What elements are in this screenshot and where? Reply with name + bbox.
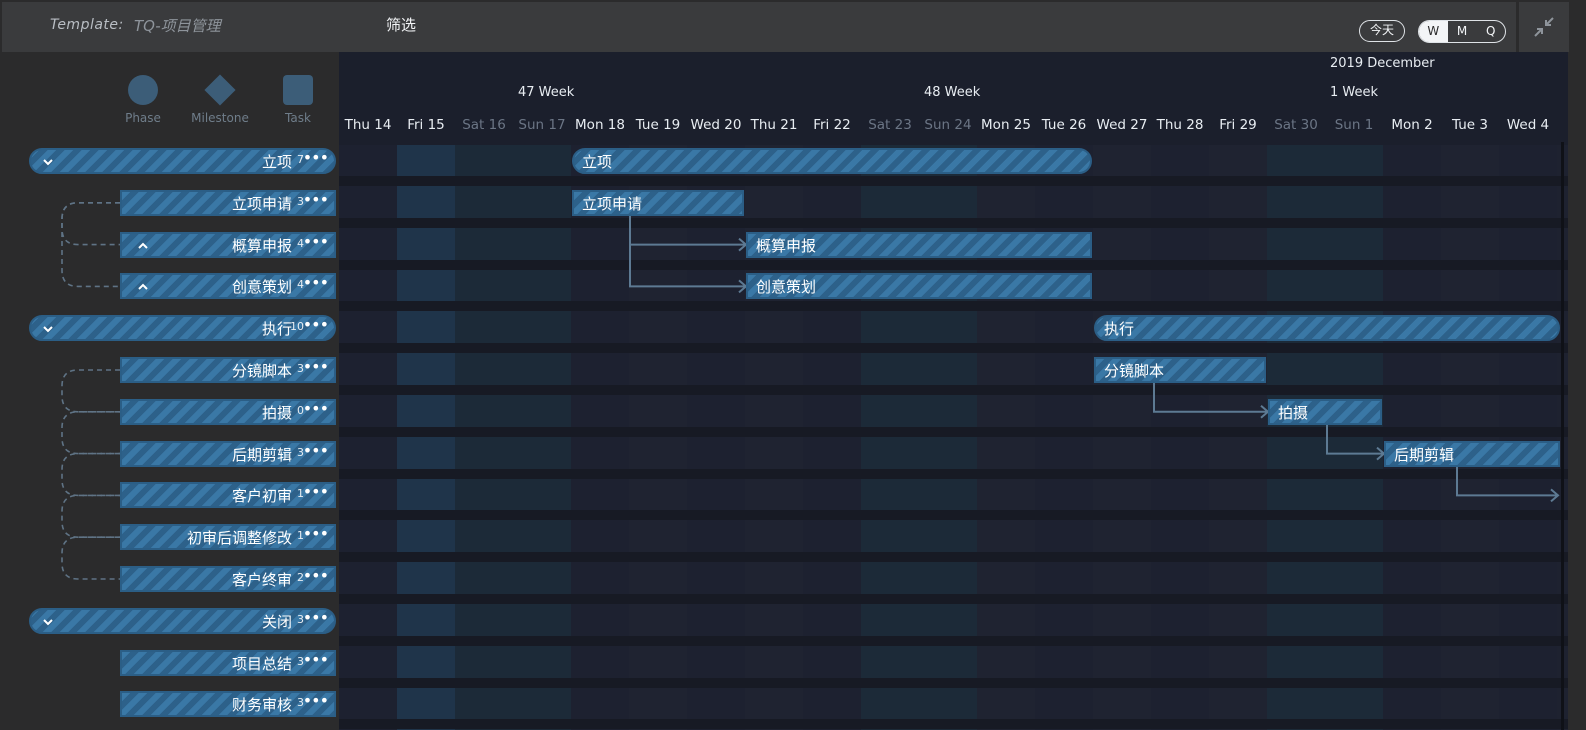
filter-button[interactable]: 筛选 <box>386 14 416 35</box>
tree-dependency-lines <box>61 202 120 580</box>
dependency-arrow <box>629 215 748 252</box>
tree-task-row[interactable]: 概算申报 4 ••• <box>120 231 336 258</box>
legend-task-label: Task <box>285 111 311 125</box>
phase-icon <box>128 75 158 105</box>
tree-task-row[interactable]: 后期剪辑 3 ••• <box>120 440 336 467</box>
chevron-up-icon[interactable] <box>136 279 150 298</box>
row-name: 客户初审 <box>231 487 292 506</box>
more-options-icon[interactable]: ••• <box>303 566 329 585</box>
tree-task-row[interactable]: 项目总结 3 ••• <box>120 649 336 676</box>
legend-milestone-label: Milestone <box>191 111 249 125</box>
milestone-icon <box>204 74 236 106</box>
more-options-icon[interactable]: ••• <box>303 273 329 292</box>
tree-link-line <box>61 202 120 246</box>
view-month-button[interactable]: M <box>1448 21 1477 42</box>
row-name: 项目总结 <box>231 654 292 673</box>
gantt-task-bar[interactable]: 拍摄 <box>1268 398 1382 425</box>
gantt-timeline: 47 Week 48 Week 2019 December 1 Week Thu… <box>339 52 1568 730</box>
tree-task-row[interactable]: 分镜脚本 3 ••• <box>120 357 336 383</box>
row-name: 立项申请 <box>231 194 292 213</box>
tree-task-row[interactable]: 拍摄 0 ••• <box>120 398 336 425</box>
legend-milestone: Milestone <box>186 74 254 125</box>
collapse-fullscreen-button[interactable] <box>1519 2 1569 52</box>
tree-task-row[interactable]: 立项申请 3 ••• <box>120 189 336 216</box>
more-options-icon[interactable]: ••• <box>303 232 329 251</box>
tree-task-row[interactable]: 客户初审 1 ••• <box>120 482 336 509</box>
more-options-icon[interactable]: ••• <box>303 190 329 209</box>
row-name: 后期剪辑 <box>231 445 292 464</box>
tree-link-line <box>61 536 120 580</box>
more-options-icon[interactable]: ••• <box>303 608 329 627</box>
more-options-icon[interactable]: ••• <box>303 482 329 501</box>
dependency-arrow <box>1456 466 1560 503</box>
task-icon <box>283 75 313 105</box>
dependency-arrow <box>1326 424 1386 461</box>
tree-task-row[interactable]: 客户终审 2 ••• <box>120 566 336 592</box>
tree-task-row[interactable]: 财务审核 3 ••• <box>120 691 336 718</box>
chevron-up-icon[interactable] <box>136 238 150 257</box>
row-name: 客户终审 <box>231 571 292 589</box>
more-options-icon[interactable]: ••• <box>303 691 329 710</box>
tree-link-line <box>61 494 120 538</box>
more-options-icon[interactable]: ••• <box>303 524 329 543</box>
more-options-icon[interactable]: ••• <box>303 357 329 376</box>
row-name: 初审后调整修改 <box>186 529 292 548</box>
view-quarter-button[interactable]: Q <box>1476 21 1505 42</box>
tree-task-row[interactable]: 初审后调整修改 1 ••• <box>120 524 336 551</box>
row-name: 立项 <box>261 153 292 171</box>
more-options-icon[interactable]: ••• <box>303 441 329 460</box>
gantt-task-bar[interactable]: 立项申请 <box>572 189 744 216</box>
bar-label: 分镜脚本 <box>1104 362 1165 380</box>
view-week-button[interactable]: W <box>1419 21 1448 42</box>
bar-label: 立项申请 <box>582 194 643 213</box>
gantt-phase-bar[interactable]: 立项 <box>572 148 1092 174</box>
today-button[interactable]: 今天 <box>1359 20 1405 42</box>
gantt-task-bar[interactable]: 分镜脚本 <box>1094 357 1266 383</box>
template-name[interactable]: TQ-项目管理 <box>134 15 221 36</box>
bar-label: 执行 <box>1104 320 1135 339</box>
more-options-icon[interactable]: ••• <box>303 148 329 167</box>
tree-link-line <box>61 369 120 413</box>
row-name: 财务审核 <box>231 696 292 715</box>
vertical-scrollbar[interactable] <box>1561 142 1564 730</box>
collapse-arrows-icon <box>1534 17 1554 37</box>
gantt-task-bar[interactable]: 后期剪辑 <box>1384 440 1560 467</box>
dependency-arrow <box>629 215 748 294</box>
gantt-task-bar[interactable]: 概算申报 <box>746 231 1092 258</box>
more-options-icon[interactable]: ••• <box>303 650 329 669</box>
bar-label: 后期剪辑 <box>1394 445 1455 464</box>
legend-task: Task <box>276 75 320 125</box>
tree-task-row[interactable]: 创意策划 4 ••• <box>120 273 336 300</box>
bar-label: 创意策划 <box>756 278 817 297</box>
row-name: 概算申报 <box>231 236 292 255</box>
bar-label: 拍摄 <box>1278 403 1309 422</box>
dependency-arrow <box>1153 383 1270 419</box>
bar-label: 立项 <box>582 153 613 171</box>
row-name: 执行 <box>261 320 292 339</box>
bar-label: 概算申报 <box>756 236 817 255</box>
gantt-task-bar[interactable]: 创意策划 <box>746 273 1092 300</box>
tree-link-line <box>61 452 120 497</box>
row-name: 创意策划 <box>231 278 292 297</box>
more-options-icon[interactable]: ••• <box>303 315 329 334</box>
view-mode-switch: W M Q <box>1418 20 1506 43</box>
row-name: 关闭 <box>261 612 292 631</box>
top-toolbar: Template: TQ-项目管理 筛选 今天 W M Q <box>2 2 1516 52</box>
tree-link-line <box>61 411 120 455</box>
more-options-icon[interactable]: ••• <box>303 399 329 418</box>
gantt-phase-bar[interactable]: 执行 <box>1094 315 1560 342</box>
row-name: 分镜脚本 <box>231 362 292 380</box>
row-name: 拍摄 <box>261 403 292 422</box>
